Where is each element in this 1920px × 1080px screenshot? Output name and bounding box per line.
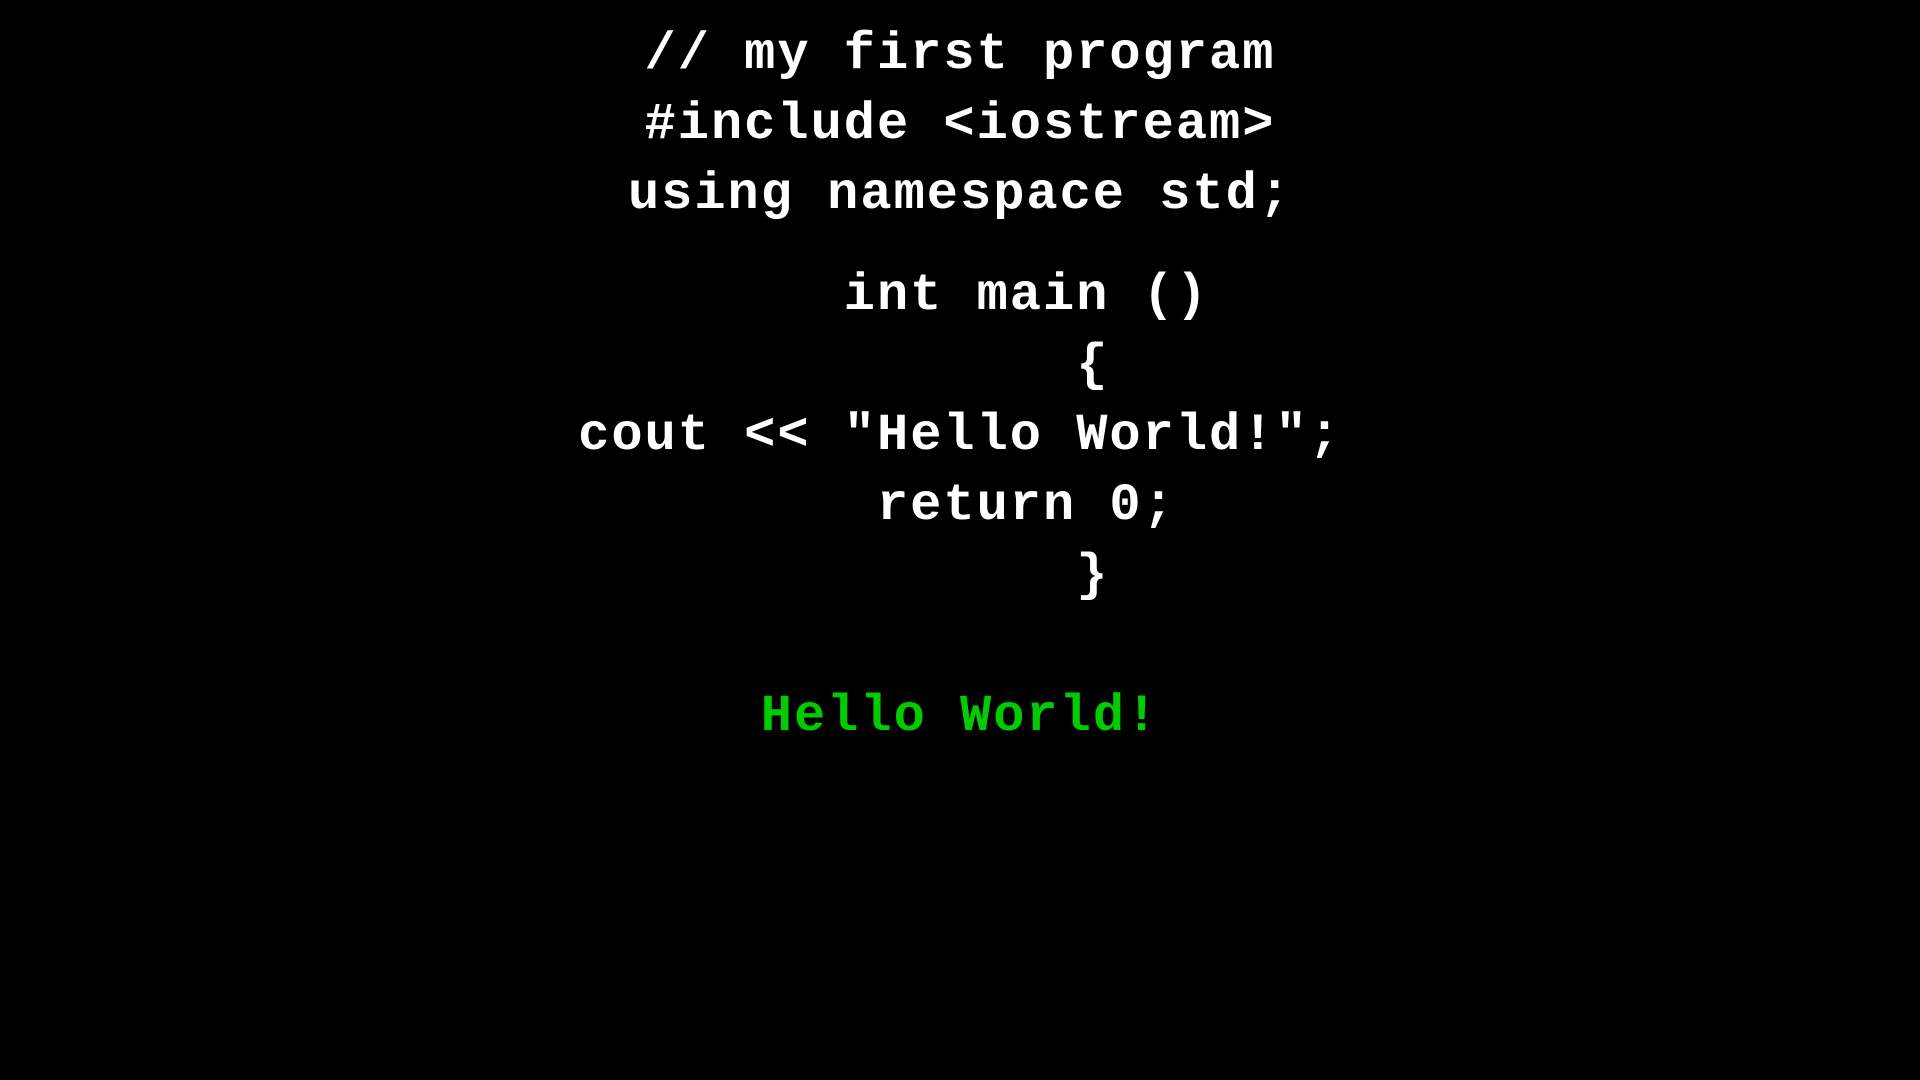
- comment-line: // my first program: [645, 20, 1276, 90]
- open-brace-line: {: [811, 331, 1110, 401]
- code-display: // my first program #include <iostream> …: [0, 0, 1920, 752]
- namespace-line: using namespace std;: [628, 160, 1292, 230]
- close-brace-line: }: [811, 541, 1110, 611]
- include-line: #include <iostream>: [645, 90, 1276, 160]
- cout-line: cout << "Hello World!";: [578, 401, 1342, 471]
- output-line: Hello World!: [761, 682, 1159, 752]
- return-line: return 0;: [744, 471, 1176, 541]
- main-line: int main (): [711, 261, 1209, 331]
